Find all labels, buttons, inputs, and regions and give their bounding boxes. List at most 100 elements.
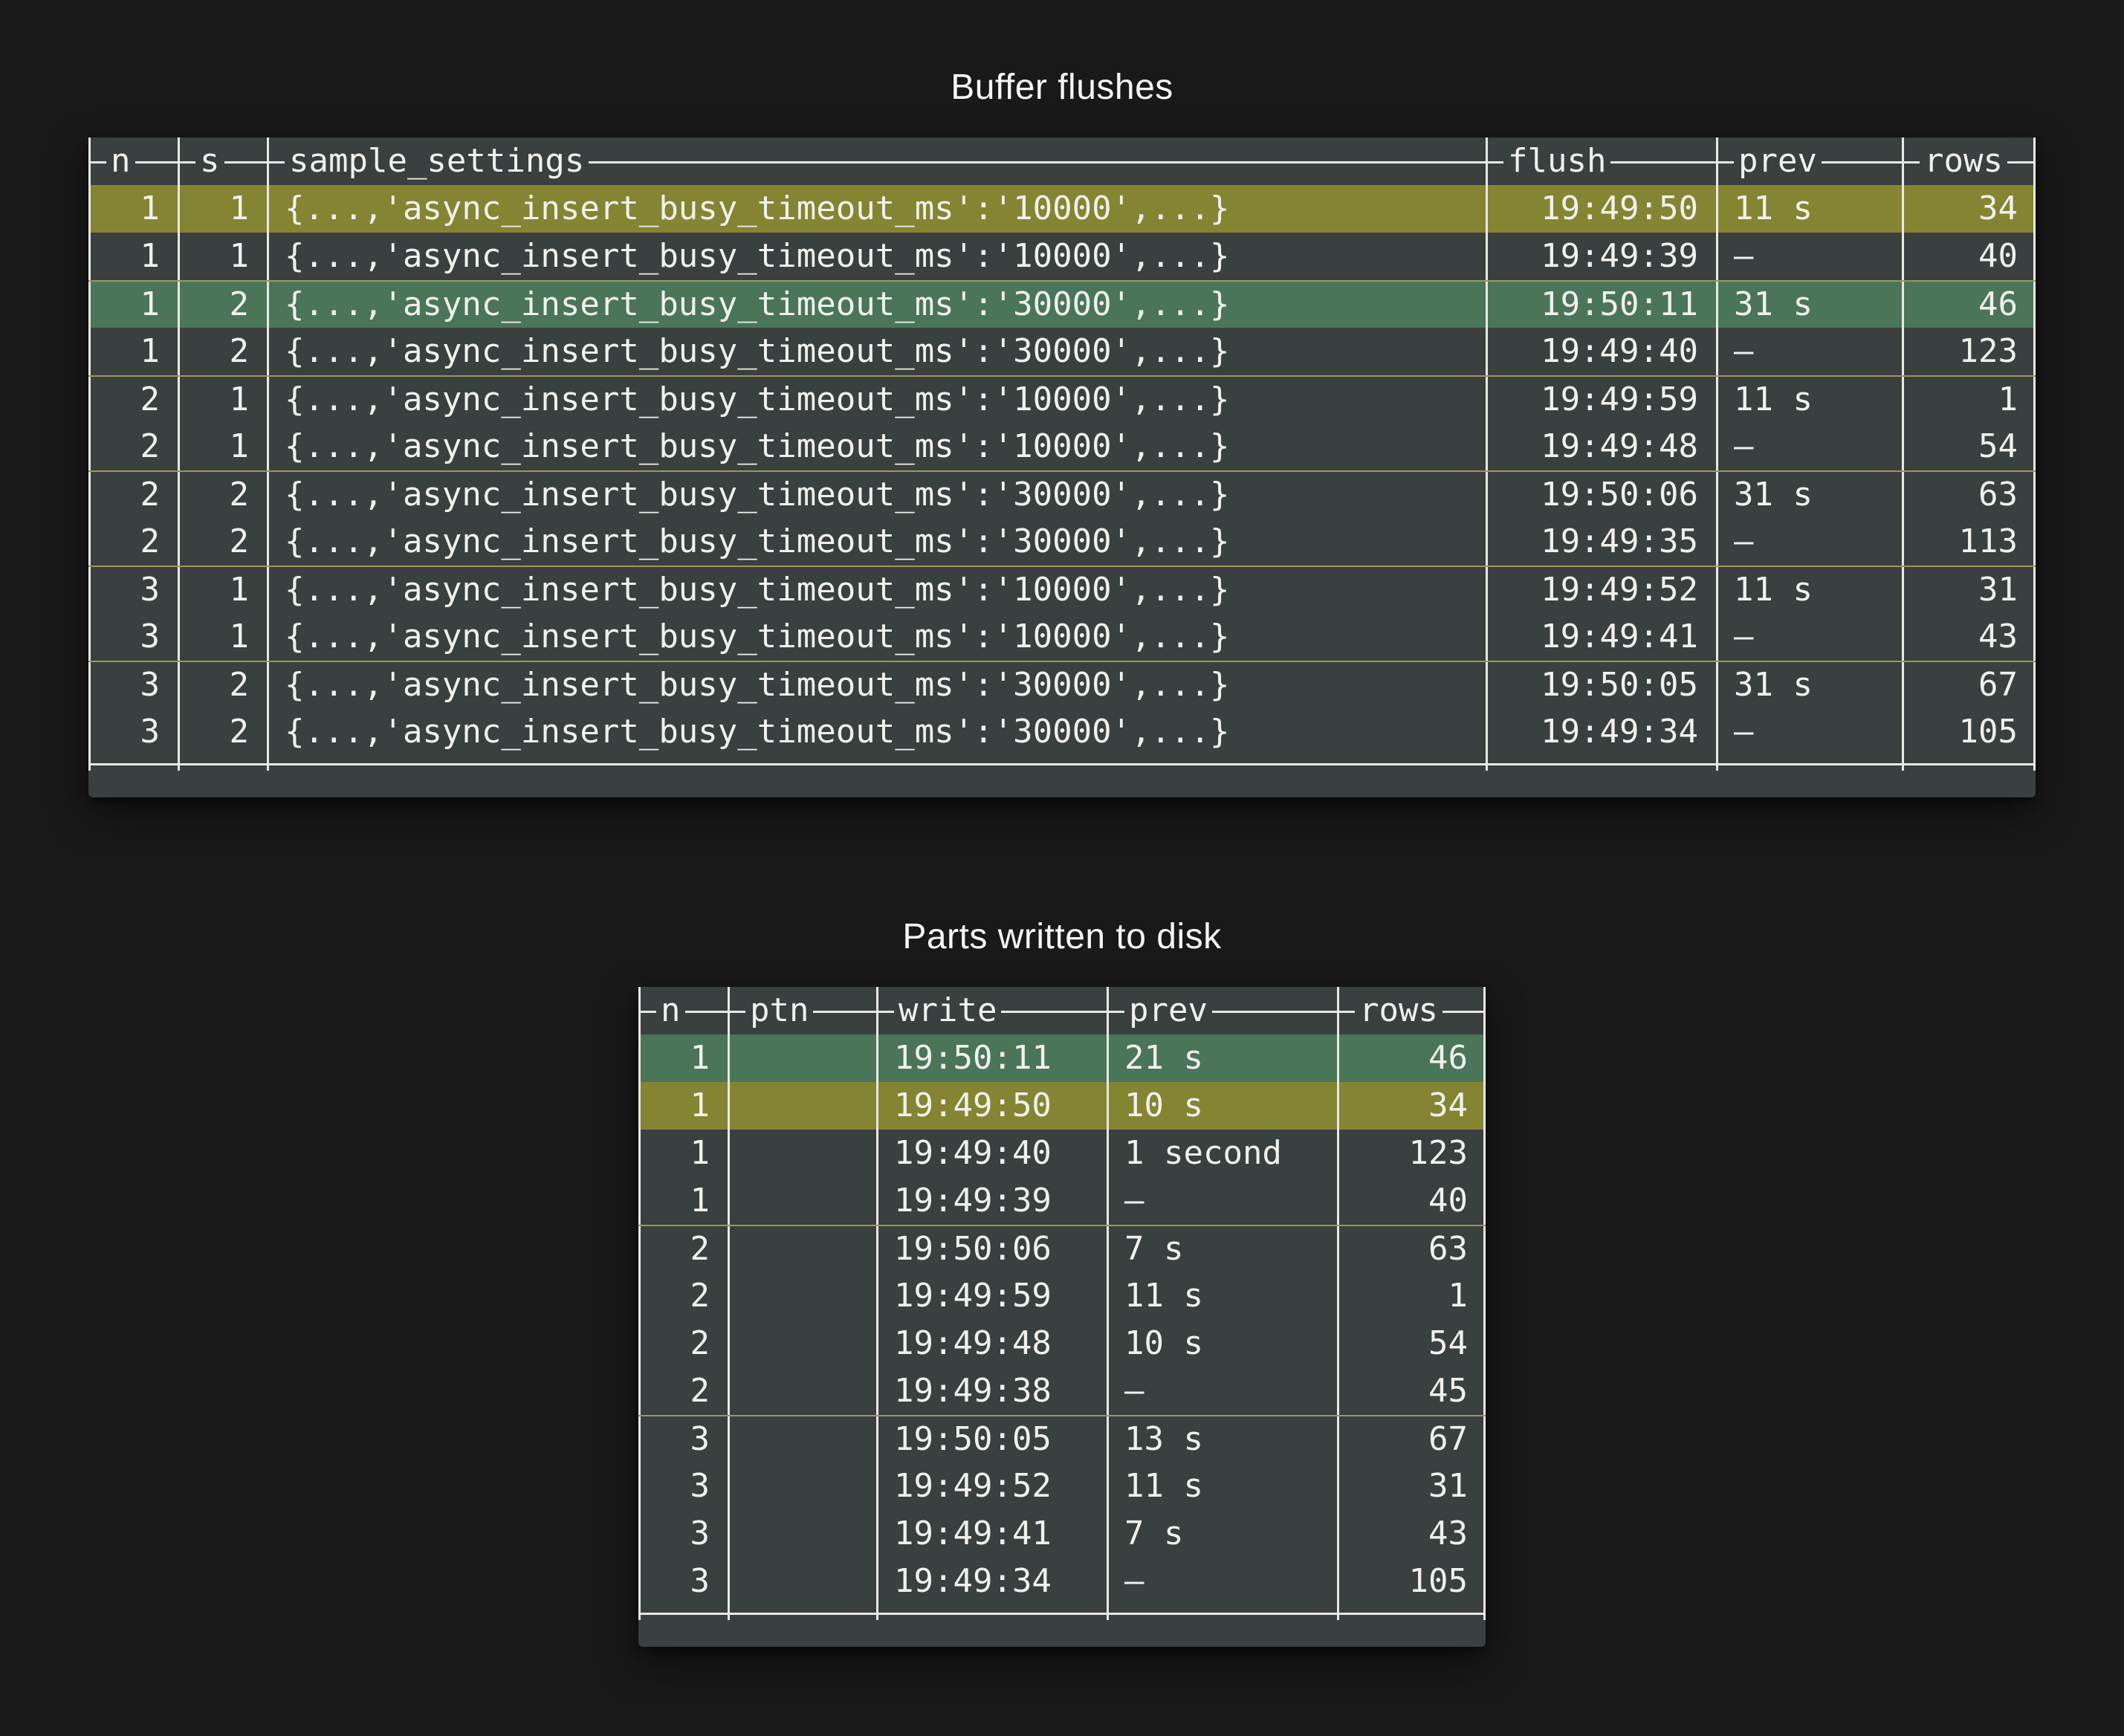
parts-written-cell-write: 19:50:11 [876, 1034, 1107, 1082]
parts-written-cell-prev: 11 s [1107, 1272, 1337, 1320]
buffer-flushes-cell-s: 2 [178, 708, 267, 756]
buffer-flushes-cell-prev: 31 s [1716, 282, 1902, 328]
parts-written-cell-rows: 43 [1337, 1510, 1486, 1558]
buffer-flushes-cell-rows: 63 [1902, 472, 2036, 518]
buffer-flushes-cell-n: 1 [88, 328, 178, 375]
parts-written-row: 119:49:401 second123 [638, 1130, 1486, 1177]
section2-title: Parts written to disk [45, 916, 2079, 957]
buffer-flushes-col-header-label-sample_settings: sample_settings [285, 137, 589, 185]
buffer-flushes-cell-flush: 19:50:06 [1486, 472, 1716, 518]
buffer-flushes-cell-prev: – [1716, 518, 1902, 566]
parts-written-cell-write: 19:49:50 [876, 1082, 1107, 1130]
buffer-flushes-cell-rows: 113 [1902, 518, 2036, 566]
parts-written-cell-ptn [728, 1463, 876, 1510]
parts-written-footer-rule [638, 1605, 1486, 1620]
buffer-flushes-cell-s: 1 [178, 233, 267, 280]
buffer-flushes-cell-prev: 11 s [1716, 567, 1902, 613]
parts-written-cell-n: 1 [638, 1130, 728, 1177]
parts-written-cell-rows: 67 [1337, 1416, 1486, 1463]
buffer-flushes-col-header-label-s: s [195, 137, 224, 185]
buffer-flushes-row: 31{...,'async_insert_busy_timeout_ms':'1… [88, 566, 2036, 613]
buffer-flushes-cell-flush: 19:50:11 [1486, 282, 1716, 328]
buffer-flushes-cell-rows: 67 [1902, 662, 2036, 708]
buffer-flushes-cell-s: 2 [178, 518, 267, 566]
parts-written-cell-n: 1 [638, 1082, 728, 1130]
buffer-flushes-cell-prev: 31 s [1716, 662, 1902, 708]
buffer-flushes-cell-n: 3 [88, 708, 178, 756]
parts-written-cell-write: 19:49:40 [876, 1130, 1107, 1177]
buffer-flushes-cell-flush: 19:50:05 [1486, 662, 1716, 708]
parts-written-cell-ptn [728, 1272, 876, 1320]
buffer-flushes-cell-rows: 31 [1902, 567, 2036, 613]
parts-written-row: 319:50:0513 s67 [638, 1415, 1486, 1463]
parts-written-cell-rows: 40 [1337, 1177, 1486, 1225]
buffer-flushes-cell-sample_settings: {...,'async_insert_busy_timeout_ms':'300… [267, 518, 1486, 566]
parts-written-cell-ptn [728, 1320, 876, 1367]
buffer-flushes-cell-s: 2 [178, 328, 267, 375]
parts-written-cell-n: 2 [638, 1320, 728, 1367]
buffer-flushes-cell-n: 1 [88, 233, 178, 280]
buffer-flushes-row: 31{...,'async_insert_busy_timeout_ms':'1… [88, 613, 2036, 661]
buffer-flushes-cell-n: 2 [88, 377, 178, 423]
buffer-flushes-cell-sample_settings: {...,'async_insert_busy_timeout_ms':'300… [267, 472, 1486, 518]
buffer-flushes-cell-sample_settings: {...,'async_insert_busy_timeout_ms':'300… [267, 708, 1486, 756]
buffer-flushes-cell-s: 1 [178, 377, 267, 423]
buffer-flushes-cell-flush: 19:49:52 [1486, 567, 1716, 613]
buffer-flushes-cell-sample_settings: {...,'async_insert_busy_timeout_ms':'100… [267, 377, 1486, 423]
parts-written-cell-ptn [728, 1082, 876, 1130]
buffer-flushes-cell-flush: 19:49:50 [1486, 185, 1716, 233]
parts-written-panel: nptnwriteprevrows119:50:1121 s46119:49:5… [638, 987, 1486, 1647]
section1-title: Buffer flushes [45, 67, 2079, 108]
parts-written-cell-n: 3 [638, 1463, 728, 1510]
buffer-flushes-cell-n: 3 [88, 662, 178, 708]
buffer-flushes-cell-s: 1 [178, 423, 267, 470]
buffer-flushes-row: 22{...,'async_insert_busy_timeout_ms':'3… [88, 470, 2036, 518]
parts-written-cell-n: 1 [638, 1034, 728, 1082]
buffer-flushes-row: 11{...,'async_insert_busy_timeout_ms':'1… [88, 233, 2036, 280]
buffer-flushes-cell-prev: – [1716, 613, 1902, 661]
parts-written-cell-rows: 34 [1337, 1082, 1486, 1130]
buffer-flushes-cell-prev: – [1716, 423, 1902, 470]
parts-written-cell-rows: 63 [1337, 1226, 1486, 1272]
parts-written-cell-ptn [728, 1177, 876, 1225]
parts-written-cell-write: 19:49:48 [876, 1320, 1107, 1367]
buffer-flushes-cell-rows: 105 [1902, 708, 2036, 756]
parts-written-cell-prev: 21 s [1107, 1034, 1337, 1082]
buffer-flushes-cell-s: 2 [178, 662, 267, 708]
buffer-flushes-col-header-label-rows: rows [1920, 137, 2007, 185]
buffer-flushes-cell-s: 2 [178, 472, 267, 518]
parts-written-cell-write: 19:50:06 [876, 1226, 1107, 1272]
buffer-flushes-cell-flush: 19:49:40 [1486, 328, 1716, 375]
buffer-flushes-cell-s: 1 [178, 613, 267, 661]
parts-written-cell-ptn [728, 1226, 876, 1272]
buffer-flushes-cell-sample_settings: {...,'async_insert_busy_timeout_ms':'100… [267, 613, 1486, 661]
buffer-flushes-cell-rows: 43 [1902, 613, 2036, 661]
buffer-flushes-cell-n: 2 [88, 518, 178, 566]
buffer-flushes-cell-n: 1 [88, 185, 178, 233]
parts-written-cell-write: 19:49:34 [876, 1558, 1107, 1605]
buffer-flushes-cell-rows: 1 [1902, 377, 2036, 423]
parts-written-cell-ptn [728, 1367, 876, 1415]
buffer-flushes-row: 12{...,'async_insert_busy_timeout_ms':'3… [88, 280, 2036, 328]
buffer-flushes-footer-rule [88, 756, 2036, 771]
parts-written-row: 219:49:38–45 [638, 1367, 1486, 1415]
buffer-flushes-header-row: nssample_settingsflushprevrows [88, 137, 2036, 185]
buffer-flushes-cell-flush: 19:49:34 [1486, 708, 1716, 756]
buffer-flushes-row: 11{...,'async_insert_busy_timeout_ms':'1… [88, 185, 2036, 233]
parts-written-cell-prev: 10 s [1107, 1082, 1337, 1130]
buffer-flushes-cell-prev: – [1716, 233, 1902, 280]
buffer-flushes-cell-prev: – [1716, 328, 1902, 375]
buffer-flushes-col-header-label-n: n [106, 137, 135, 185]
parts-written-row: 1 19:49:5010 s34 [638, 1082, 1486, 1130]
parts-written-cell-prev: 13 s [1107, 1416, 1337, 1463]
parts-written-cell-write: 19:49:52 [876, 1463, 1107, 1510]
buffer-flushes-cell-sample_settings: {...,'async_insert_busy_timeout_ms':'300… [267, 662, 1486, 708]
parts-written-cell-n: 3 [638, 1558, 728, 1605]
buffer-flushes-cell-n: 1 [88, 282, 178, 328]
buffer-flushes-cell-prev: 11 s [1716, 377, 1902, 423]
parts-written-cell-prev: 1 second [1107, 1130, 1337, 1177]
parts-written-row: 119:50:1121 s46 [638, 1034, 1486, 1082]
parts-written-cell-ptn [728, 1130, 876, 1177]
buffer-flushes-cell-rows: 34 [1902, 185, 2036, 233]
parts-written-col-header-label-ptn: ptn [745, 987, 813, 1034]
